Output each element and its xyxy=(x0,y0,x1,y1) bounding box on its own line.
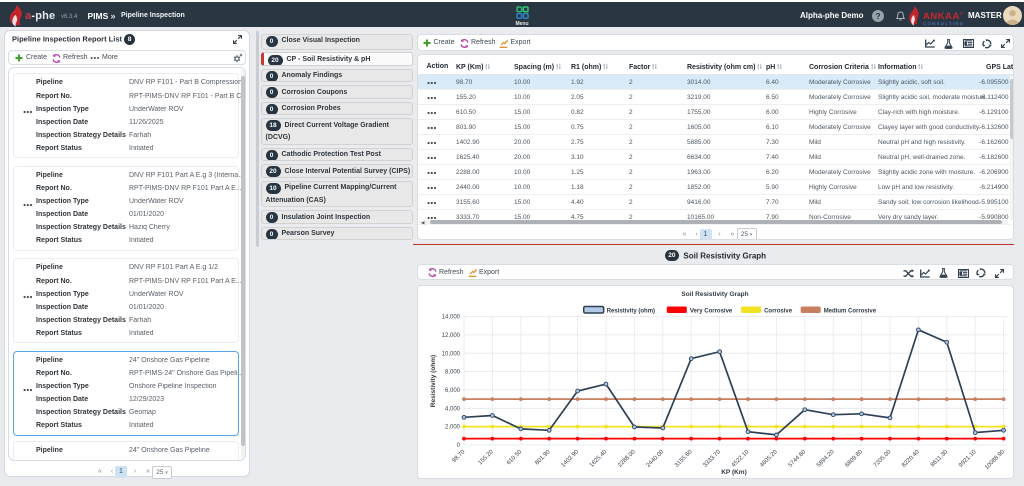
svg-text:8,000: 8,000 xyxy=(445,370,461,376)
svg-text:5894.20: 5894.20 xyxy=(816,449,836,469)
svg-text:1402.90: 1402.90 xyxy=(560,449,580,469)
svg-text:Very Corrosive: Very Corrosive xyxy=(690,308,733,314)
svg-text:5744.60: 5744.60 xyxy=(788,449,808,469)
svg-text:14,000: 14,000 xyxy=(442,315,461,321)
svg-text:3333.70: 3333.70 xyxy=(702,449,722,469)
svg-text:4605.20: 4605.20 xyxy=(759,449,779,469)
svg-text:4,000: 4,000 xyxy=(445,406,461,412)
svg-text:Medium Corrosive: Medium Corrosive xyxy=(824,308,877,314)
svg-text:801.90: 801.90 xyxy=(534,449,552,467)
svg-text:12,000: 12,000 xyxy=(442,333,461,339)
svg-text:6,000: 6,000 xyxy=(445,388,461,394)
svg-text:4522.10: 4522.10 xyxy=(731,449,751,469)
svg-text:2288.00: 2288.00 xyxy=(617,449,637,469)
svg-text:10088.90: 10088.90 xyxy=(984,449,1006,471)
svg-text:98.70: 98.70 xyxy=(452,449,467,464)
svg-text:Corrosive: Corrosive xyxy=(764,308,793,314)
svg-text:KP (Km): KP (Km) xyxy=(721,469,747,476)
svg-text:2440.00: 2440.00 xyxy=(646,449,666,469)
svg-text:Soil Resistivity Graph: Soil Resistivity Graph xyxy=(681,291,748,298)
svg-text:9921.10: 9921.10 xyxy=(958,449,978,469)
svg-text:610.50: 610.50 xyxy=(506,449,524,467)
svg-text:155.20: 155.20 xyxy=(478,449,496,467)
svg-text:8220.40: 8220.40 xyxy=(901,449,921,469)
svg-text:Resistivity (ohm): Resistivity (ohm) xyxy=(607,308,655,314)
svg-text:3155.60: 3155.60 xyxy=(674,449,694,469)
svg-text:10,000: 10,000 xyxy=(442,351,461,357)
svg-text:1625.40: 1625.40 xyxy=(589,449,609,469)
svg-text:7205.00: 7205.00 xyxy=(873,449,893,469)
svg-text:0: 0 xyxy=(457,443,461,449)
svg-text:Resistivity (ohm): Resistivity (ohm) xyxy=(430,355,437,407)
svg-text:2,000: 2,000 xyxy=(445,425,461,431)
svg-text:6809.80: 6809.80 xyxy=(844,449,864,469)
svg-text:8611.30: 8611.30 xyxy=(930,449,950,469)
svg-text:?: ? xyxy=(875,11,880,21)
